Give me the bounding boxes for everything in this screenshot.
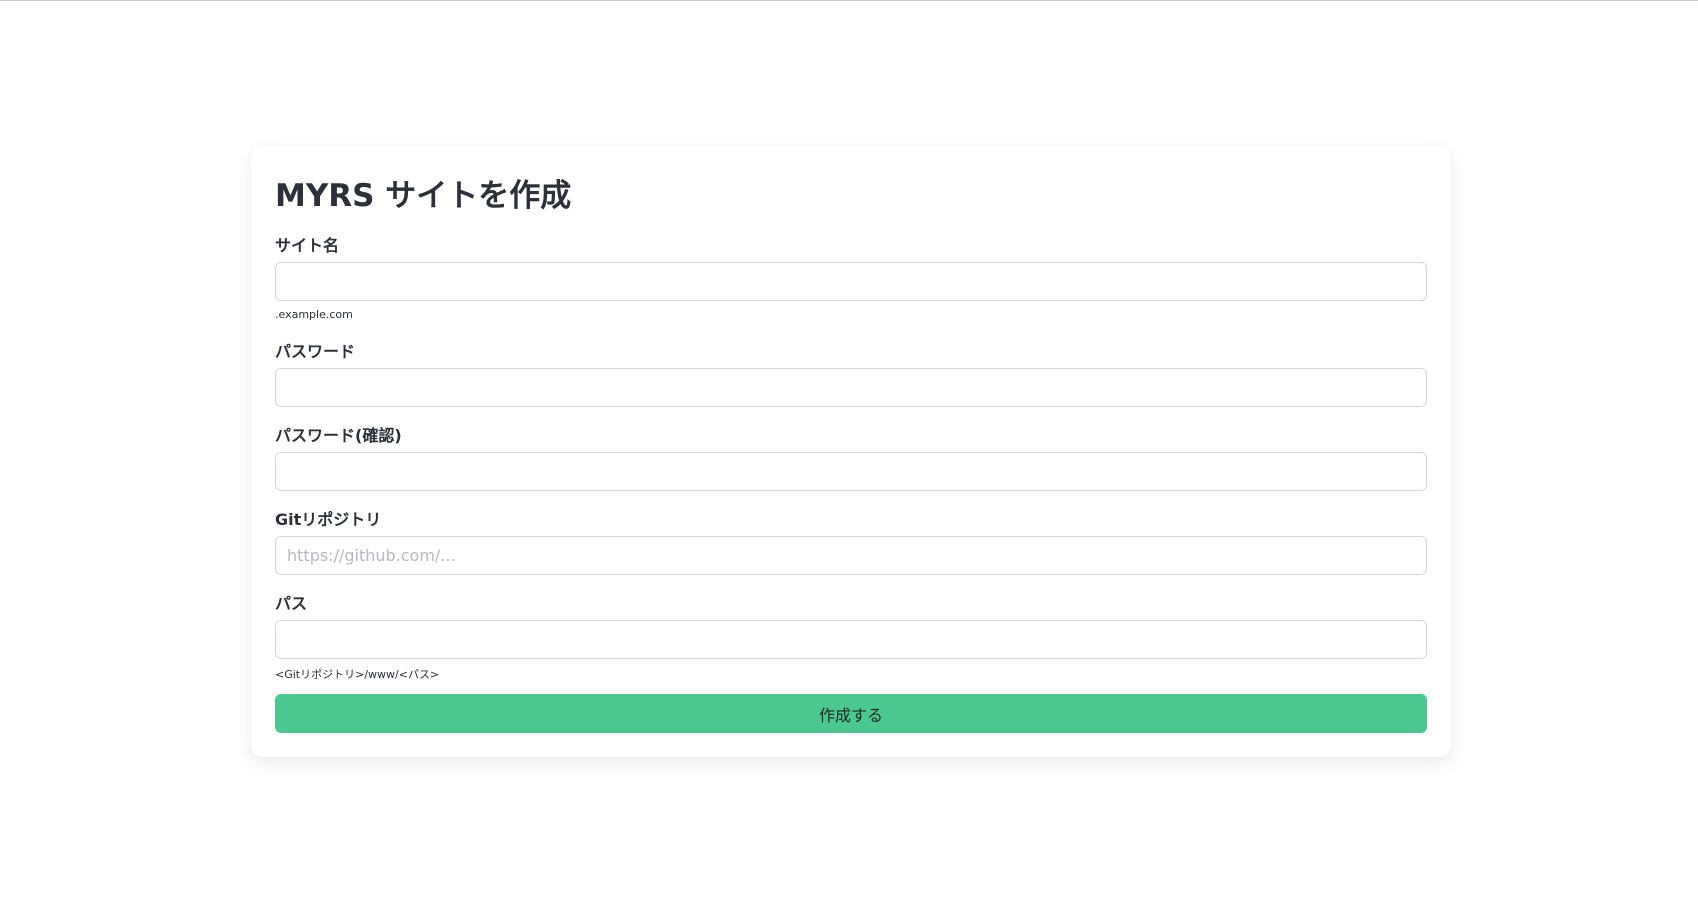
git-repo-input[interactable] [275, 536, 1427, 575]
path-hint: <Gitリポジトリ>/www/<パス> [275, 668, 440, 681]
password-confirm-label: パスワード(確認) [275, 426, 402, 445]
create-button[interactable]: 作成する [275, 694, 1427, 733]
create-site-card: MYRS サイトを作成 サイト名 .example.com パスワード パスワー… [251, 146, 1451, 757]
page-title: MYRS サイトを作成 [275, 178, 572, 214]
password-input[interactable] [275, 368, 1427, 407]
path-label: パス [275, 594, 308, 613]
password-confirm-input[interactable] [275, 452, 1427, 491]
site-name-hint: .example.com [275, 308, 353, 321]
git-repo-label: Gitリポジトリ [275, 510, 382, 529]
path-input[interactable] [275, 620, 1427, 659]
password-label: パスワード [275, 342, 356, 361]
site-name-label: サイト名 [275, 236, 340, 255]
site-name-input[interactable] [275, 262, 1427, 301]
